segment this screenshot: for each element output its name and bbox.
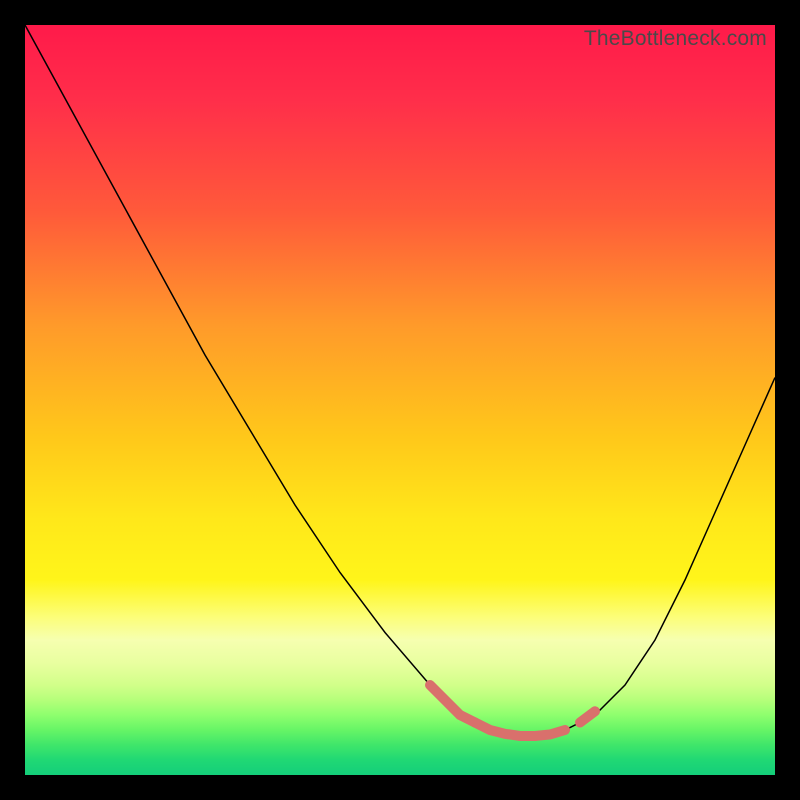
plot-area: TheBottleneck.com (25, 25, 775, 775)
accent-left-descent (430, 685, 475, 723)
accent-right-ascent (580, 711, 595, 722)
curve-svg (25, 25, 775, 775)
bottleneck-curve (25, 25, 775, 736)
accent-valley-floor (475, 723, 565, 737)
chart-frame: TheBottleneck.com (0, 0, 800, 800)
